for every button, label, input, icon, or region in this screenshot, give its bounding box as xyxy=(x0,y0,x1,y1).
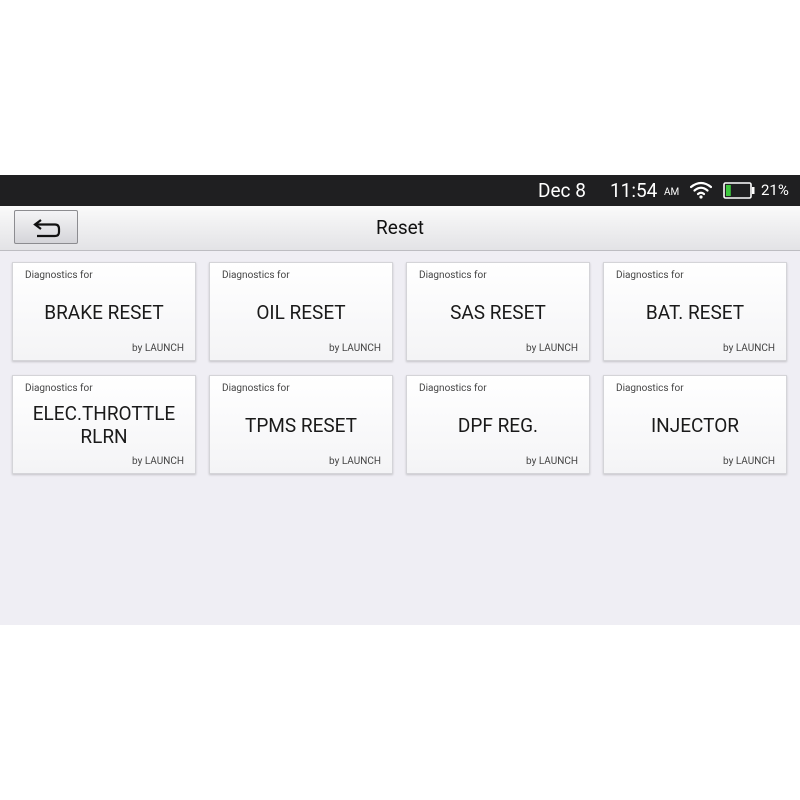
status-time: 11:54 xyxy=(610,179,658,202)
tile-vendor: by LAUNCH xyxy=(132,343,184,354)
tile-vendor: by LAUNCH xyxy=(329,456,381,467)
tile-bat-reset[interactable]: Diagnostics for BAT. RESET by LAUNCH xyxy=(603,262,787,361)
app-screen: Dec 8 11:54 AM 21% Reset Diagnostics for… xyxy=(0,175,800,625)
tile-label: ELEC.THROTTLE RLRN xyxy=(32,402,176,448)
tile-oil-reset[interactable]: Diagnostics for OIL RESET by LAUNCH xyxy=(209,262,393,361)
tile-prefix: Diagnostics for xyxy=(616,383,684,394)
tile-prefix: Diagnostics for xyxy=(222,270,290,281)
tile-prefix: Diagnostics for xyxy=(222,383,290,394)
tile-sas-reset[interactable]: Diagnostics for SAS RESET by LAUNCH xyxy=(406,262,590,361)
tile-vendor: by LAUNCH xyxy=(329,343,381,354)
tile-tpms-reset[interactable]: Diagnostics for TPMS RESET by LAUNCH xyxy=(209,375,393,474)
tile-vendor: by LAUNCH xyxy=(723,343,775,354)
tile-prefix: Diagnostics for xyxy=(616,270,684,281)
tile-injector[interactable]: Diagnostics for INJECTOR by LAUNCH xyxy=(603,375,787,474)
tile-prefix: Diagnostics for xyxy=(25,383,93,394)
tile-dpf-reg[interactable]: Diagnostics for DPF REG. by LAUNCH xyxy=(406,375,590,474)
battery-icon xyxy=(723,182,755,199)
tile-label: OIL RESET xyxy=(256,300,346,324)
title-bar: Reset xyxy=(0,206,800,251)
tile-prefix: Diagnostics for xyxy=(419,270,487,281)
tile-brake-reset[interactable]: Diagnostics for BRAKE RESET by LAUNCH xyxy=(12,262,196,361)
page-title: Reset xyxy=(376,216,424,239)
tile-vendor: by LAUNCH xyxy=(132,456,184,467)
tile-vendor: by LAUNCH xyxy=(723,456,775,467)
wifi-icon xyxy=(690,181,712,199)
tile-vendor: by LAUNCH xyxy=(526,343,578,354)
tile-label: DPF REG. xyxy=(457,413,539,437)
tile-prefix: Diagnostics for xyxy=(419,383,487,394)
tile-label: SAS RESET xyxy=(450,300,546,324)
tile-label: TPMS RESET xyxy=(244,413,357,437)
tile-prefix: Diagnostics for xyxy=(25,270,93,281)
tile-elec-throttle-rlrn[interactable]: Diagnostics for ELEC.THROTTLE RLRN by LA… xyxy=(12,375,196,474)
tile-vendor: by LAUNCH xyxy=(526,456,578,467)
status-date: Dec 8 xyxy=(538,179,586,202)
battery-percent: 21% xyxy=(761,181,789,199)
tile-label: INJECTOR xyxy=(651,413,739,437)
tile-label: BRAKE RESET xyxy=(44,300,164,324)
status-ampm: AM xyxy=(664,187,680,198)
tile-label: BAT. RESET xyxy=(645,300,745,324)
status-bar: Dec 8 11:54 AM 21% xyxy=(0,175,800,206)
